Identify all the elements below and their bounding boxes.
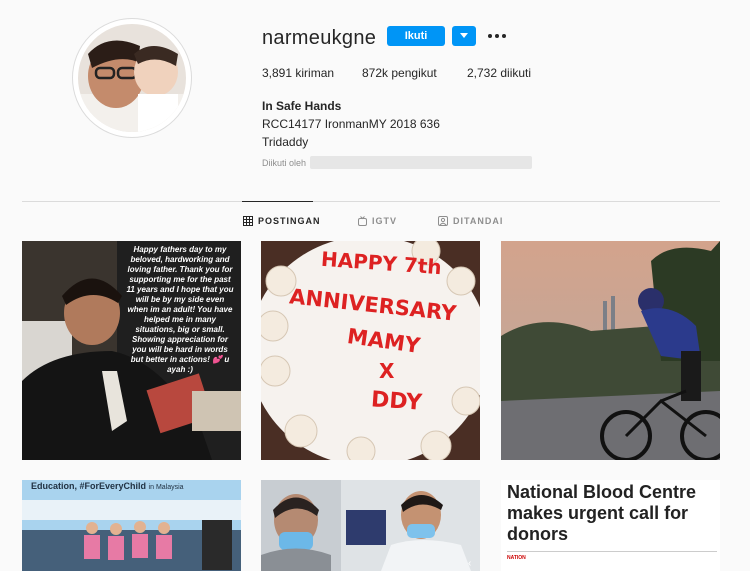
post-banner-text: Education, #ForEveryChild in Malaysia	[31, 481, 184, 491]
posts-count-label: kiriman	[295, 66, 335, 80]
bio-line: Tridaddy	[262, 135, 309, 149]
post-caption-overlay: Happy fathers day to my beloved, hardwor…	[126, 245, 234, 374]
tab-igtv-label: IGTV	[372, 216, 398, 226]
posts-count: 3,891 kiriman	[262, 66, 334, 80]
suggested-dropdown-button[interactable]	[452, 26, 476, 46]
followed-by[interactable]: Diikuti oleh	[262, 156, 533, 169]
dot-icon	[502, 34, 506, 38]
post-news-headline: National Blood Centre makes urgent call …	[507, 482, 697, 544]
bio-line: RCC14177 IronmanMY 2018 636	[262, 117, 440, 131]
post-image-education-event	[22, 480, 241, 571]
followed-by-names-redacted	[310, 156, 533, 169]
tab-posts[interactable]: POSTINGAN	[243, 216, 321, 226]
followed-by-label: Diikuti oleh	[262, 157, 307, 168]
tagged-icon	[438, 216, 448, 226]
post-thumbnail[interactable]: National Blood Centre makes urgent call …	[501, 480, 720, 571]
profile-avatar-ring[interactable]	[72, 18, 192, 138]
cake-text-line: X	[379, 359, 395, 383]
post-image-cyclist	[501, 241, 720, 460]
tab-posts-label: POSTINGAN	[258, 216, 321, 226]
avatar[interactable]	[78, 24, 186, 132]
tab-tagged-label: DITANDAI	[453, 216, 504, 226]
followers-count-label: pengikut	[391, 66, 437, 80]
following-count-label: diikuti	[500, 66, 532, 80]
follow-button[interactable]: Ikuti	[387, 26, 445, 46]
post-banner-main: Education, #ForEveryChild	[31, 481, 147, 491]
post-thumbnail[interactable]: Education, #ForEveryChild in Malaysia	[22, 480, 241, 571]
tabs-divider	[22, 201, 720, 202]
post-news-source: NATION	[507, 555, 526, 561]
post-thumbnail[interactable]	[501, 241, 720, 460]
post-banner-sub: in Malaysia	[148, 484, 184, 491]
cake-text-line: DDY	[370, 387, 423, 416]
posts-count-value: 3,891	[262, 66, 293, 80]
more-options-button[interactable]	[487, 29, 507, 43]
igtv-icon	[358, 216, 367, 226]
post-thumbnail[interactable]: HAPPY 7th ANNIVERSARY MAMY X DDY	[261, 241, 480, 460]
followers-count[interactable]: 872k pengikut	[362, 66, 437, 80]
tab-tagged[interactable]: DITANDAI	[438, 216, 503, 226]
followers-count-value: 872k	[362, 66, 389, 80]
carousel-icon: ‹	[468, 558, 472, 569]
tab-igtv[interactable]: IGTV	[358, 216, 397, 226]
following-count-value: 2,732	[467, 66, 498, 80]
profile-bio: In Safe Hands RCC14177 IronmanMY 2018 63…	[262, 97, 440, 151]
news-divider	[507, 551, 717, 552]
post-thumbnail[interactable]: Happy fathers day to my beloved, hardwor…	[22, 241, 241, 460]
following-count[interactable]: 2,732 diikuti	[467, 66, 531, 80]
post-image-blood-donation	[261, 480, 480, 571]
profile-username: narmeukgne	[262, 27, 377, 49]
dot-icon	[488, 34, 492, 38]
active-tab-indicator	[242, 201, 313, 202]
post-thumbnail[interactable]	[261, 480, 480, 571]
profile-display-name: In Safe Hands	[262, 99, 342, 113]
dot-icon	[495, 34, 499, 38]
caret-down-icon	[460, 33, 468, 38]
grid-icon	[243, 216, 253, 226]
